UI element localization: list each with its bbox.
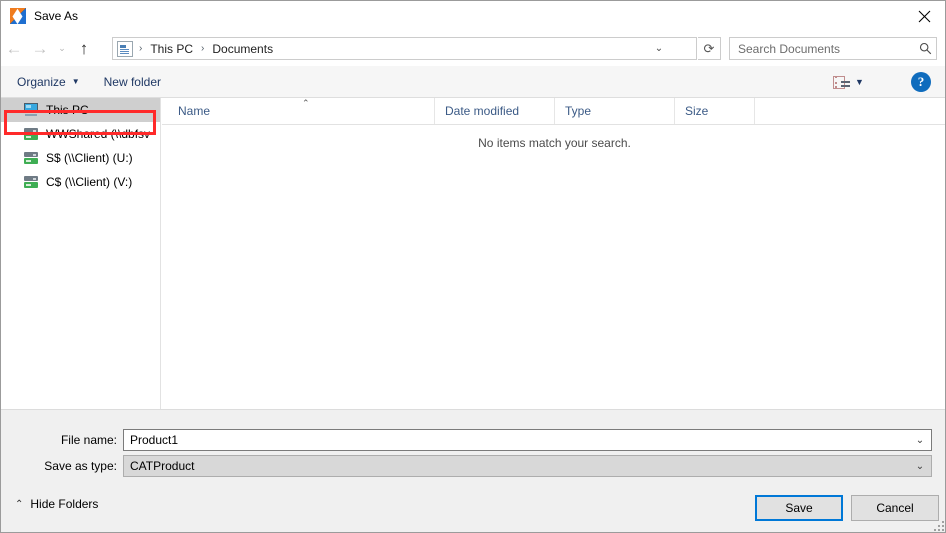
organize-button[interactable]: Organize ▼ — [9, 72, 88, 92]
column-divider — [754, 98, 765, 124]
this-pc-icon — [23, 103, 39, 117]
file-name-row: File name: Product1 ⌄ — [1, 429, 945, 451]
column-header-type[interactable]: Type — [554, 98, 674, 124]
save-form-panel: File name: Product1 ⌄ Save as type: CATP… — [1, 409, 945, 483]
sort-ascending-icon: ⌃ — [302, 98, 310, 108]
sidebar-item-label: This PC — [46, 103, 89, 117]
network-drive-icon — [23, 127, 39, 141]
command-toolbar: Organize ▼ New folder ▼ ? — [1, 66, 945, 98]
network-drive-icon — [23, 151, 39, 165]
column-label: Name — [178, 104, 211, 118]
up-icon[interactable]: ↑ — [71, 40, 97, 57]
title-bar: Save As — [1, 1, 945, 31]
help-icon[interactable]: ? — [911, 72, 931, 92]
dialog-footer: ⌃ Hide Folders Save Cancel — [1, 483, 945, 532]
file-type-combo[interactable]: CATProduct ⌄ — [123, 455, 932, 477]
column-label: Size — [685, 104, 709, 118]
document-folder-icon — [117, 40, 133, 57]
window-title: Save As — [34, 9, 79, 23]
resize-grip[interactable] — [932, 519, 944, 531]
sidebar-item-label: S$ (\\Client) (U:) — [46, 151, 133, 165]
column-header-date-modified[interactable]: Date modified — [434, 98, 554, 124]
back-icon[interactable]: ← — [1, 40, 27, 57]
close-icon[interactable] — [901, 1, 945, 31]
save-button[interactable]: Save — [755, 495, 843, 521]
file-type-label: Save as type: — [44, 459, 117, 473]
organize-label: Organize — [17, 74, 66, 89]
search-box[interactable] — [729, 37, 937, 60]
search-input[interactable] — [736, 40, 914, 57]
navigation-pane: This PC WWShared (\\dbfsv S$ (\\Client) … — [1, 98, 161, 409]
recent-locations-icon[interactable]: ⌄ — [53, 43, 71, 54]
hide-folders-button[interactable]: ⌃ Hide Folders — [15, 497, 98, 511]
chevron-down-icon: ▼ — [71, 77, 80, 86]
chevron-down-icon[interactable]: ⌄ — [648, 38, 670, 59]
save-as-dialog: Save As ← → ⌄ ↑ › This PC › Documents ⌄ … — [0, 0, 946, 533]
empty-list-message: No items match your search. — [478, 136, 631, 150]
navigation-bar: ← → ⌄ ↑ › This PC › Documents ⌄ ⟳ — [1, 31, 945, 66]
file-name-input[interactable]: Product1 — [130, 433, 178, 447]
breadcrumb-separator: › — [201, 43, 205, 54]
sidebar-item-label: C$ (\\Client) (V:) — [46, 175, 133, 189]
breadcrumb-this-pc[interactable]: This PC — [148, 40, 195, 58]
column-label: Date modified — [445, 104, 520, 118]
sidebar-item-wwshared[interactable]: WWShared (\\dbfsv — [1, 122, 160, 146]
chevron-down-icon[interactable]: ⌄ — [909, 430, 931, 450]
refresh-icon[interactable]: ⟳ — [698, 37, 721, 60]
file-list-pane[interactable]: ⌃ Name Date modified Type Size No items … — [162, 98, 945, 409]
column-header-size[interactable]: Size — [674, 98, 754, 124]
column-header-row: ⌃ Name Date modified Type Size — [162, 98, 945, 125]
chevron-down-icon[interactable]: ▼ — [855, 77, 864, 87]
search-icon[interactable] — [914, 42, 936, 55]
hide-folders-label: Hide Folders — [30, 497, 99, 511]
breadcrumb-separator: › — [139, 43, 143, 54]
sidebar-item-s-drive[interactable]: S$ (\\Client) (U:) — [1, 146, 160, 170]
sidebar-item-this-pc[interactable]: This PC — [1, 98, 160, 122]
chevron-up-icon: ⌃ — [15, 498, 24, 510]
new-folder-label: New folder — [103, 74, 161, 89]
file-type-value: CATProduct — [130, 459, 195, 473]
list-view-icon — [833, 75, 850, 89]
cancel-button[interactable]: Cancel — [851, 495, 939, 521]
network-drive-icon — [23, 175, 39, 189]
sidebar-item-label: WWShared (\\dbfsv — [46, 127, 151, 141]
address-bar[interactable]: › This PC › Documents ⌄ — [112, 37, 697, 60]
browser-body: This PC WWShared (\\dbfsv S$ (\\Client) … — [1, 98, 945, 409]
forward-icon[interactable]: → — [27, 40, 53, 57]
column-label: Type — [565, 104, 592, 118]
file-type-row: Save as type: CATProduct ⌄ — [1, 455, 945, 477]
new-folder-button[interactable]: New folder — [96, 72, 169, 92]
file-name-combo[interactable]: Product1 ⌄ — [123, 429, 932, 451]
sidebar-item-c-drive[interactable]: C$ (\\Client) (V:) — [1, 170, 160, 194]
catia-logo-icon — [10, 8, 26, 24]
view-mode-button[interactable]: ▼ — [833, 71, 881, 93]
column-header-name[interactable]: ⌃ Name — [162, 98, 434, 124]
file-name-label: File name: — [60, 433, 117, 447]
chevron-down-icon[interactable]: ⌄ — [909, 456, 931, 476]
breadcrumb-documents[interactable]: Documents — [210, 40, 275, 58]
